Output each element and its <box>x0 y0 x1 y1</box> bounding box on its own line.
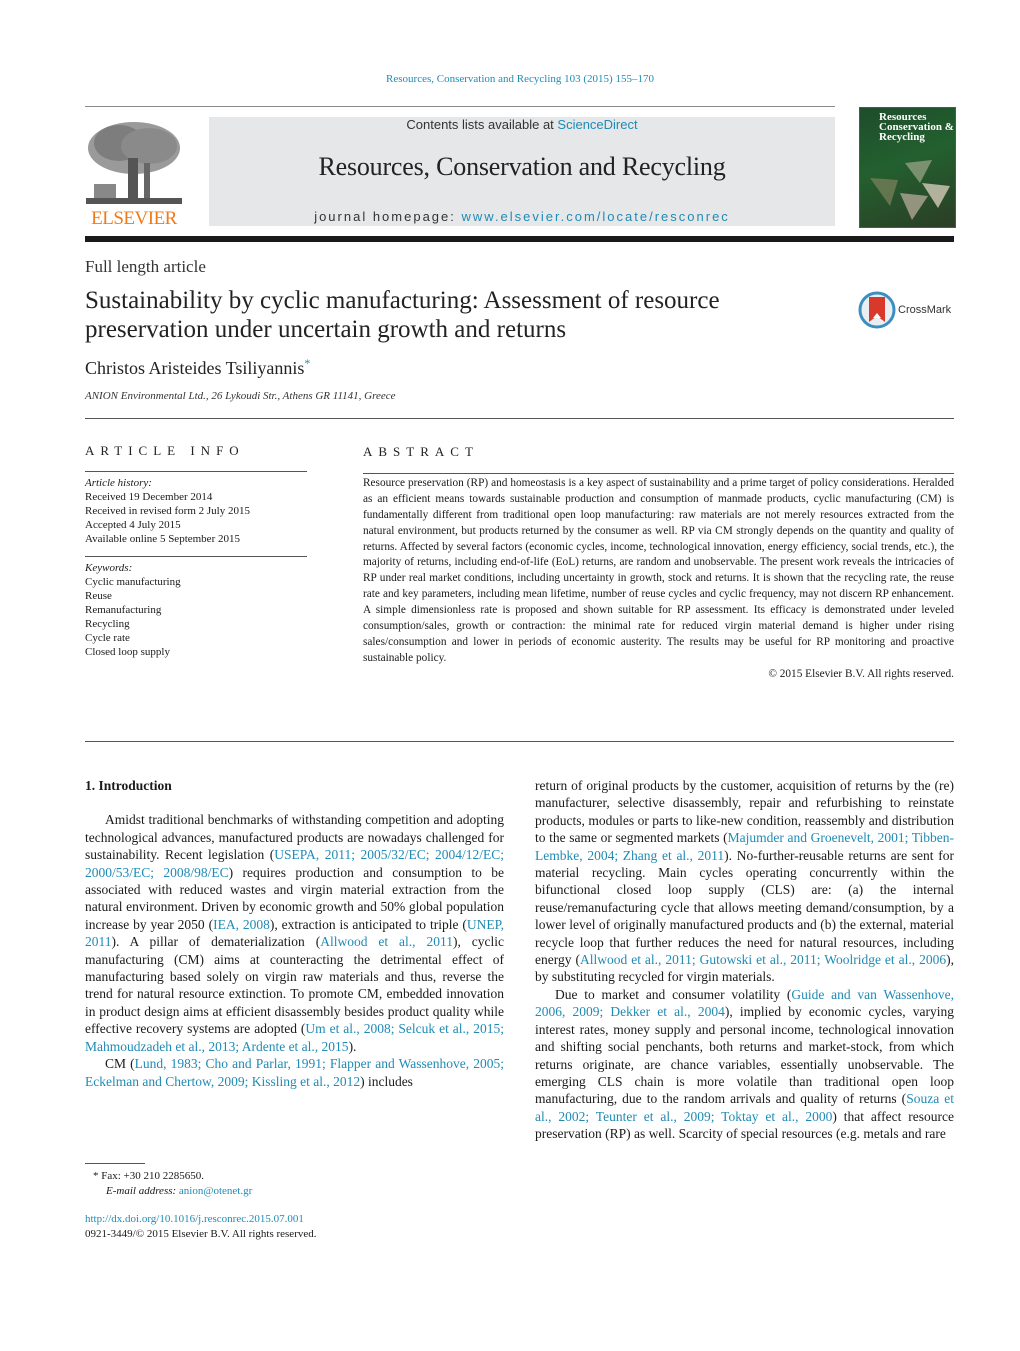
citation-link[interactable]: Allwood et al., 2011; Gutowski et al., 2… <box>580 952 946 967</box>
text: ). No-further-reusable returns are sent … <box>535 847 954 968</box>
history-label: Article history: <box>85 477 152 489</box>
doi-link[interactable]: http://dx.doi.org/10.1016/j.resconrec.20… <box>85 1212 505 1227</box>
keywords-rule <box>85 556 307 557</box>
footnote-fax: * Fax: +30 210 2285650. <box>93 1170 205 1182</box>
intro-right-column: return of original products by the custo… <box>535 777 954 1143</box>
email-label: E-mail address: <box>106 1184 179 1197</box>
text: ). <box>348 1038 357 1054</box>
abstract-rule <box>363 472 954 474</box>
meta-divider <box>85 418 954 419</box>
header-divider-bar <box>85 236 954 242</box>
text: CM ( <box>105 1056 135 1072</box>
contents-prefix: Contents lists available at <box>406 117 558 132</box>
corresponding-author-mark[interactable]: * <box>304 356 310 370</box>
keyword: Recycling <box>85 618 130 630</box>
footnote-email: E-mail address: anion@otenet.gr <box>85 1184 505 1199</box>
text: ), implied by economic cycles, varying i… <box>535 1004 954 1107</box>
paragraph: return of original products by the custo… <box>535 777 954 986</box>
article-title: Sustainability by cyclic manufacturing: … <box>85 287 720 343</box>
paragraph: CM (Lund, 1983; Cho and Parlar, 1991; Fl… <box>85 1055 504 1090</box>
article-info-rule <box>85 471 307 472</box>
email-link[interactable]: anion@otenet.gr <box>179 1185 252 1197</box>
keyword: Reuse <box>85 590 112 602</box>
citation-link[interactable]: Allwood et al., 2011 <box>320 934 453 949</box>
abstract-copyright: © 2015 Elsevier B.V. All rights reserved… <box>768 667 954 680</box>
journal-homepage: journal homepage: www.elsevier.com/locat… <box>209 209 835 224</box>
recycle-arrows-icon <box>870 160 950 220</box>
journal-title: Resources, Conservation and Recycling <box>318 152 726 181</box>
paragraph: Due to market and consumer volatility (G… <box>535 986 954 1143</box>
article-info: ARTICLE INFO Article history: Received 1… <box>85 444 307 659</box>
author-text[interactable]: Christos Aristeides Tsiliyannis <box>85 358 304 378</box>
history-item: Received in revised form 2 July 2015 <box>85 505 250 517</box>
keyword: Cyclic manufacturing <box>85 576 181 588</box>
crossmark-label: CrossMark <box>898 304 952 316</box>
journal-cover-image[interactable]: Resources Conservation & Recycling <box>859 107 956 228</box>
abstract-heading: ABSTRACT <box>363 444 479 459</box>
keyword: Cycle rate <box>85 632 130 644</box>
crossmark-icon <box>858 291 896 329</box>
crossmark-button[interactable]: CrossMark <box>858 291 958 331</box>
section-heading-introduction: 1. Introduction <box>85 778 172 793</box>
abstract-divider <box>85 741 954 742</box>
citation-link[interactable]: Lund, 1983; Cho and Parlar, 1991; Flappe… <box>85 1056 504 1088</box>
abstract-text: Resource preservation (RP) and homeostas… <box>363 476 954 664</box>
history-item: Received 19 December 2014 <box>85 491 213 503</box>
sciencedirect-link[interactable]: ScienceDirect <box>557 117 637 132</box>
homepage-link[interactable]: www.elsevier.com/locate/resconrec <box>462 209 730 224</box>
journal-citation[interactable]: Resources, Conservation and Recycling 10… <box>0 73 1020 85</box>
homepage-prefix: journal homepage: <box>314 209 462 224</box>
keyword: Remanufacturing <box>85 604 162 616</box>
elsevier-logo[interactable]: ELSEVIER <box>84 118 184 229</box>
keywords-label: Keywords: <box>85 562 133 574</box>
history-item: Accepted 4 July 2015 <box>85 519 181 531</box>
abstract: ABSTRACT Resource preservation (RP) and … <box>363 444 954 683</box>
footnote-rule <box>85 1163 145 1164</box>
footnotes: * Fax: +30 210 2285650. E-mail address: … <box>85 1163 505 1241</box>
author-name[interactable]: Christos Aristeides Tsiliyannis* <box>85 356 310 379</box>
text: ). A pillar of dematerialization ( <box>111 934 321 950</box>
article-type: Full length article <box>85 257 206 276</box>
header-rule <box>85 106 835 107</box>
issn-copyright: 0921-3449/© 2015 Elsevier B.V. All right… <box>85 1227 317 1240</box>
tree-icon <box>86 122 182 204</box>
article-info-heading: ARTICLE INFO <box>85 443 245 458</box>
text: ), extraction is anticipated to triple ( <box>269 916 467 932</box>
text: ) includes <box>360 1073 413 1089</box>
text: Due to market and consumer volatility ( <box>555 986 792 1002</box>
history-item: Available online 5 September 2015 <box>85 533 240 545</box>
keyword: Closed loop supply <box>85 646 170 658</box>
citation-link[interactable]: IEA, 2008 <box>213 917 270 932</box>
author-affiliation: ANION Environmental Ltd., 26 Lykoudi Str… <box>85 390 396 402</box>
publisher-name: ELSEVIER <box>91 208 177 229</box>
contents-line: Contents lists available at ScienceDirec… <box>209 117 835 132</box>
intro-left-column: 1. Introduction Amidst traditional bench… <box>85 777 504 1090</box>
paragraph: Amidst traditional benchmarks of withsta… <box>85 811 504 1055</box>
